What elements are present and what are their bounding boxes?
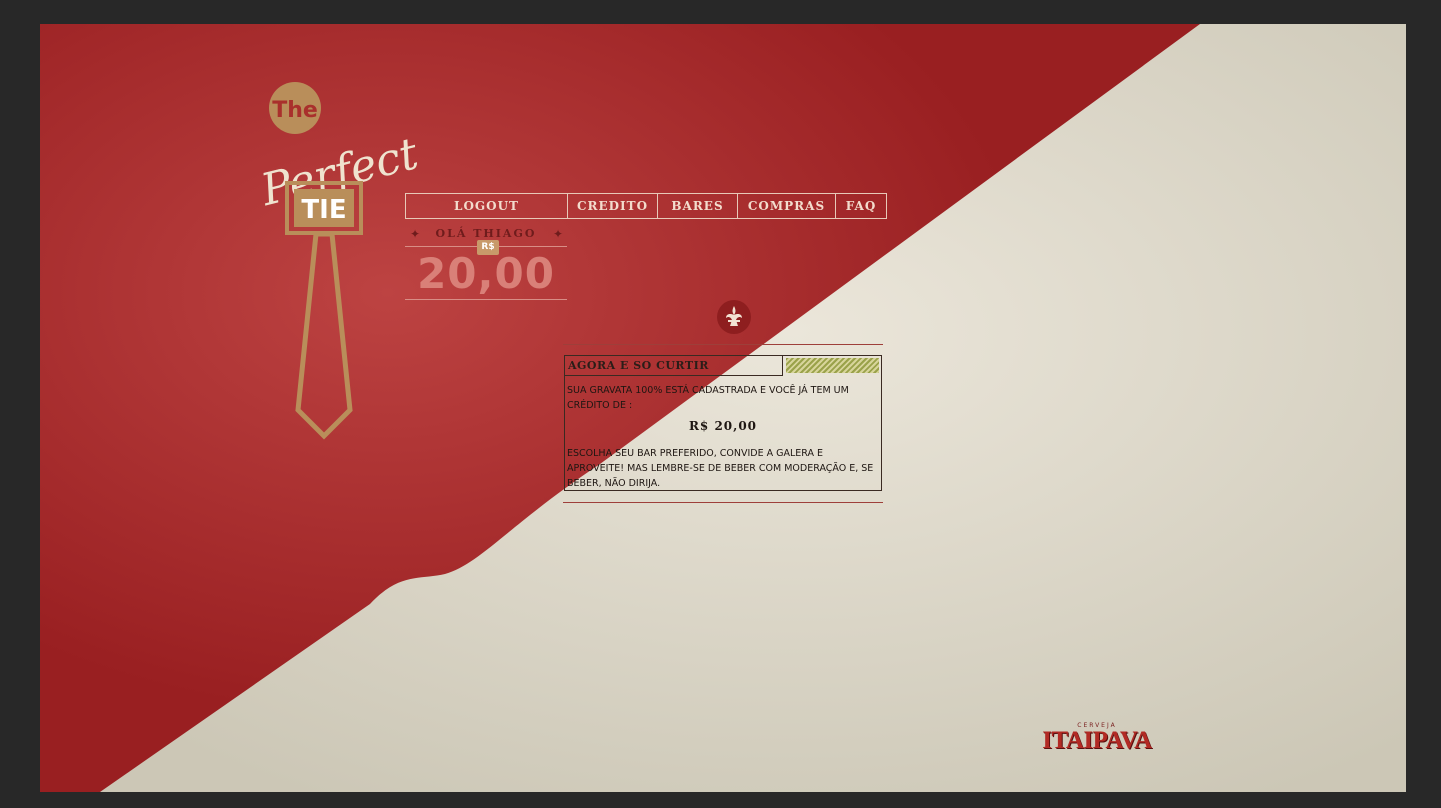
- fleur-emblem-icon: [717, 300, 751, 334]
- panel-header: AGORA E SO CURTIR: [565, 356, 783, 376]
- logo-the-text: The: [272, 98, 318, 123]
- nav-logout[interactable]: LOGOUT: [406, 194, 568, 218]
- brand-name-text: ITAIPAVA: [1042, 727, 1152, 754]
- tie-icon: [295, 231, 353, 440]
- panel-text-advice: ESCOLHA SEU BAR PREFERIDO, CONVIDE A GAL…: [567, 448, 874, 489]
- panel-stripes-decoration: [786, 358, 879, 373]
- nav-credito[interactable]: CREDITO: [568, 194, 658, 218]
- greeting-name: OLÁ THIAGO: [435, 227, 537, 240]
- panel-title: AGORA E SO CURTIR: [568, 359, 709, 372]
- nav-compras[interactable]: COMPRAS: [738, 194, 836, 218]
- balance-value: 20,00: [417, 249, 555, 298]
- itaipava-logo[interactable]: CERVEJA ITAIPAVA: [1040, 722, 1154, 756]
- panel-amount: R$ 20,00: [688, 419, 758, 433]
- divider: [563, 344, 883, 345]
- main-nav: LOGOUT CREDITO BARES COMPRAS FAQ: [405, 193, 887, 219]
- divider: [405, 299, 567, 300]
- nav-bares[interactable]: BARES: [658, 194, 738, 218]
- currency-badge: R$: [477, 240, 499, 255]
- credit-panel: AGORA E SO CURTIR SUA GRAVATA 100% ESTÁ …: [564, 355, 882, 491]
- divider: [563, 502, 883, 503]
- nav-faq[interactable]: FAQ: [836, 194, 886, 218]
- page-canvas: The Perfect TIE LOGOUT CREDITO BARES COM…: [40, 24, 1406, 792]
- perfect-tie-logo[interactable]: The Perfect TIE: [250, 76, 420, 446]
- user-greeting: ✦ ✦ OLÁ THIAGO 20,00 R$: [405, 226, 567, 300]
- panel-body: SUA GRAVATA 100% ESTÁ CADASTRADA E VOCÊ …: [567, 383, 879, 491]
- panel-text-credit: SUA GRAVATA 100% ESTÁ CADASTRADA E VOCÊ …: [567, 385, 849, 411]
- logo-tie-text: TIE: [301, 195, 346, 225]
